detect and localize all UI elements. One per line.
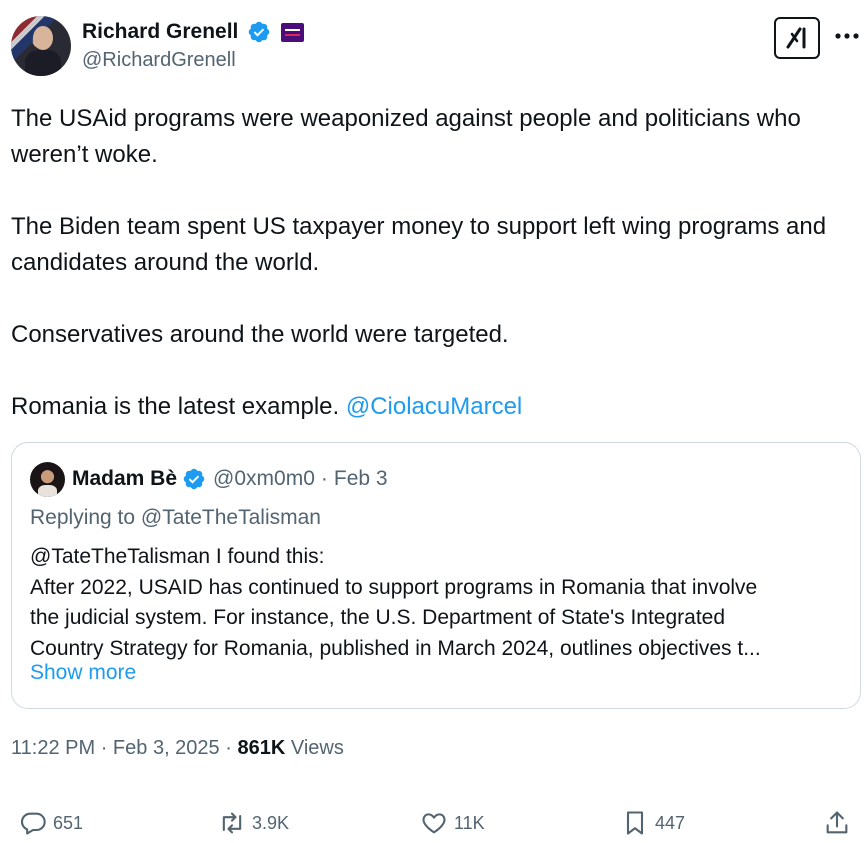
repost-icon [222, 812, 242, 834]
mention-link[interactable]: @CiolacuMarcel [346, 393, 522, 420]
reply-count: 651 [53, 812, 84, 833]
quoted-tweet-header: Madam Bè @0xm0m0 · Feb 3 [30, 461, 388, 497]
author-handle[interactable]: @RichardGrenell [82, 47, 304, 73]
grok-icon[interactable] [774, 17, 820, 59]
tweet-paragraph-last: Romania is the latest example. @CiolacuM… [11, 389, 861, 425]
tweet-paragraph: The USAid programs were weaponized again… [11, 105, 801, 168]
verified-badge-icon[interactable] [247, 20, 271, 44]
bookmark-icon [626, 811, 644, 835]
show-more-link[interactable]: Show more [30, 661, 136, 685]
author-names: Richard Grenell @RichardGrenell [82, 18, 305, 73]
bookmark-count: 447 [655, 812, 686, 833]
quoted-tweet-date[interactable]: Feb 3 [334, 467, 388, 491]
reply-button[interactable]: 651 [19, 805, 83, 841]
grok-glyph-icon [786, 27, 806, 49]
tweet-meta: 11:22 PM · Feb 3, 2025 · 861K Views [11, 735, 344, 761]
verified-badge-icon [183, 468, 205, 490]
tweet-date[interactable]: Feb 3, 2025 [113, 737, 220, 759]
quoted-body-line: the judicial system. For instance, the U… [30, 606, 726, 629]
tweet-paragraph: Conservatives around the world were targ… [11, 321, 509, 348]
views-label: Views [290, 737, 344, 759]
tweet-header: Richard Grenell @RichardGrenell [11, 16, 861, 78]
share-button[interactable] [823, 805, 857, 841]
repost-count: 3.9K [252, 812, 290, 833]
separator-dot: · [100, 737, 108, 759]
tweet-last-line-text: Romania is the latest example. [11, 393, 340, 420]
separator-dot: · [320, 467, 328, 490]
author-display-name[interactable]: Richard Grenell [82, 18, 238, 46]
quoted-body-line: Country Strategy for Romania, published … [30, 636, 761, 660]
quoted-author-handle[interactable]: @0xm0m0 [213, 467, 315, 491]
reply-icon [20, 812, 46, 835]
tweet-time[interactable]: 11:22 PM [11, 737, 95, 759]
like-count: 11K [454, 812, 485, 833]
cpac-badge-icon[interactable] [281, 22, 305, 42]
replying-to: Replying to @TateTheTalisman [30, 506, 321, 529]
quoted-body-line: @TateTheTalisman I found this: [30, 545, 325, 568]
more-icon[interactable] [833, 22, 861, 50]
separator-dot: · [225, 737, 232, 759]
author-avatar[interactable] [11, 16, 71, 76]
heart-icon [422, 813, 446, 834]
share-icon [826, 811, 848, 834]
quoted-body-line: After 2022, USAID has continued to suppo… [30, 575, 758, 599]
action-bar: 651 3.9K 11K 447 [11, 805, 861, 841]
views-count: 861K [237, 737, 286, 759]
tweet-paragraph: The Biden team spent US taxpayer money t… [11, 213, 827, 276]
repost-button[interactable]: 3.9K [218, 805, 289, 841]
bookmark-button[interactable]: 447 [621, 805, 685, 841]
quoted-tweet[interactable]: Madam Bè @0xm0m0 · Feb 3 Replying to @Ta… [11, 442, 861, 709]
tweet-text: The USAid programs were weaponized again… [11, 101, 861, 425]
quoted-tweet-body: @TateTheTalisman I found this: After 202… [30, 542, 850, 664]
like-button[interactable]: 11K [420, 805, 485, 841]
quoted-author-avatar[interactable] [30, 461, 65, 497]
quoted-author-display-name[interactable]: Madam Bè [72, 467, 177, 491]
